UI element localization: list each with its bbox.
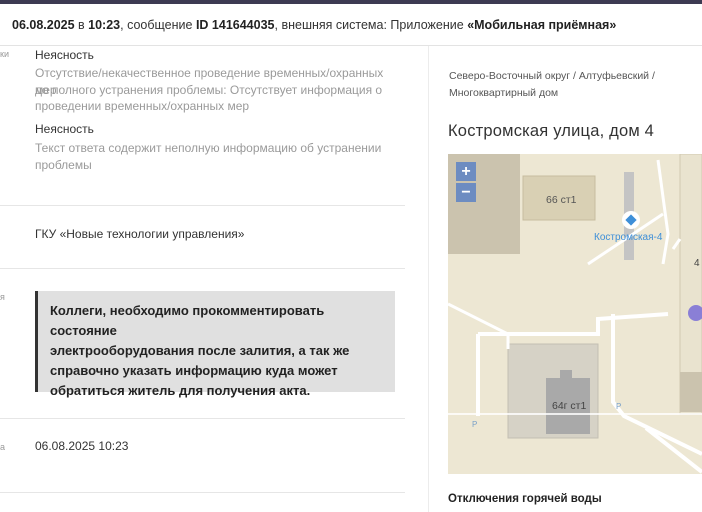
issue-text-1-line3: проведении временных/охранных мер — [35, 99, 250, 113]
comment-box: Коллеги, необходимо прокомментировать со… — [35, 291, 395, 398]
message-id: ID 141644035 — [195, 18, 275, 32]
message-details-panel: ки Неясность Отсутствие/некачественное п… — [0, 46, 405, 512]
object-address: Костромская улица, дом 4 — [448, 122, 655, 140]
message-datetime: 06.08.2025 10:23 — [35, 439, 129, 453]
breadcrumb-line: Северо-Восточный округ / Алтуфьевский / — [449, 70, 655, 82]
comment-line: справочно указать информацию куда может — [50, 363, 338, 378]
issue-title-1: Неясность — [35, 48, 94, 62]
hot-water-outages-title: Отключения горячей воды — [448, 493, 602, 505]
header-text-in: в — [74, 18, 89, 32]
external-system-name: «Мобильная приёмная» — [467, 18, 617, 32]
object-info-panel: Северо-Восточный округ / Алтуфьевский / … — [429, 46, 702, 512]
issue-text-2-line2: проблемы — [35, 158, 92, 172]
cut-field-label: ки — [0, 49, 9, 59]
issue-title-2: Неясность — [35, 122, 94, 136]
comment-line: электрооборудования после залития, а так… — [50, 343, 350, 358]
cut-field-label: я — [0, 292, 5, 302]
map-building — [560, 370, 572, 380]
cut-field-label: а — [0, 442, 6, 452]
parking-icon: P — [472, 420, 478, 429]
issue-text-2-line1: Текст ответа содержит неполную информаци… — [35, 141, 382, 155]
divider — [0, 492, 405, 493]
map[interactable]: + − 66 ст1 Костромская-4 64г ст1 4 P P — [448, 154, 702, 474]
building-label: 66 ст1 — [546, 194, 577, 206]
divider — [0, 418, 405, 419]
breadcrumb: Северо-Восточный округ / Алтуфьевский / … — [449, 68, 699, 102]
divider — [0, 268, 405, 269]
map-area — [680, 372, 702, 412]
marker-label: Костромская-4 — [594, 232, 663, 243]
parking-icon: P — [616, 402, 622, 411]
building-label: 64г ст1 — [552, 400, 587, 412]
divider — [0, 205, 405, 206]
comment-line: обратиться житель для получения акта. — [50, 383, 311, 398]
zoom-out-button[interactable]: − — [456, 183, 476, 202]
zoom-in-button[interactable]: + — [456, 162, 476, 181]
header-text-message: , сообщение — [120, 18, 196, 32]
header-text-system: , внешняя система: Приложение — [274, 18, 468, 32]
message-date: 06.08.2025 — [12, 18, 75, 32]
message-header: 06.08.2025 в 10:23, сообщение ID 1416440… — [0, 4, 702, 46]
breadcrumb-line: Многоквартирный дом — [449, 87, 559, 99]
message-time: 10:23 — [88, 18, 121, 32]
issue-text-1-line2: до полного устранения проблемы: Отсутств… — [35, 83, 383, 97]
comment-line: Коллеги, необходимо прокомментировать со… — [50, 303, 325, 338]
building-label: 4 — [694, 258, 700, 269]
organization-name: ГКУ «Новые технологии управления» — [35, 227, 245, 241]
